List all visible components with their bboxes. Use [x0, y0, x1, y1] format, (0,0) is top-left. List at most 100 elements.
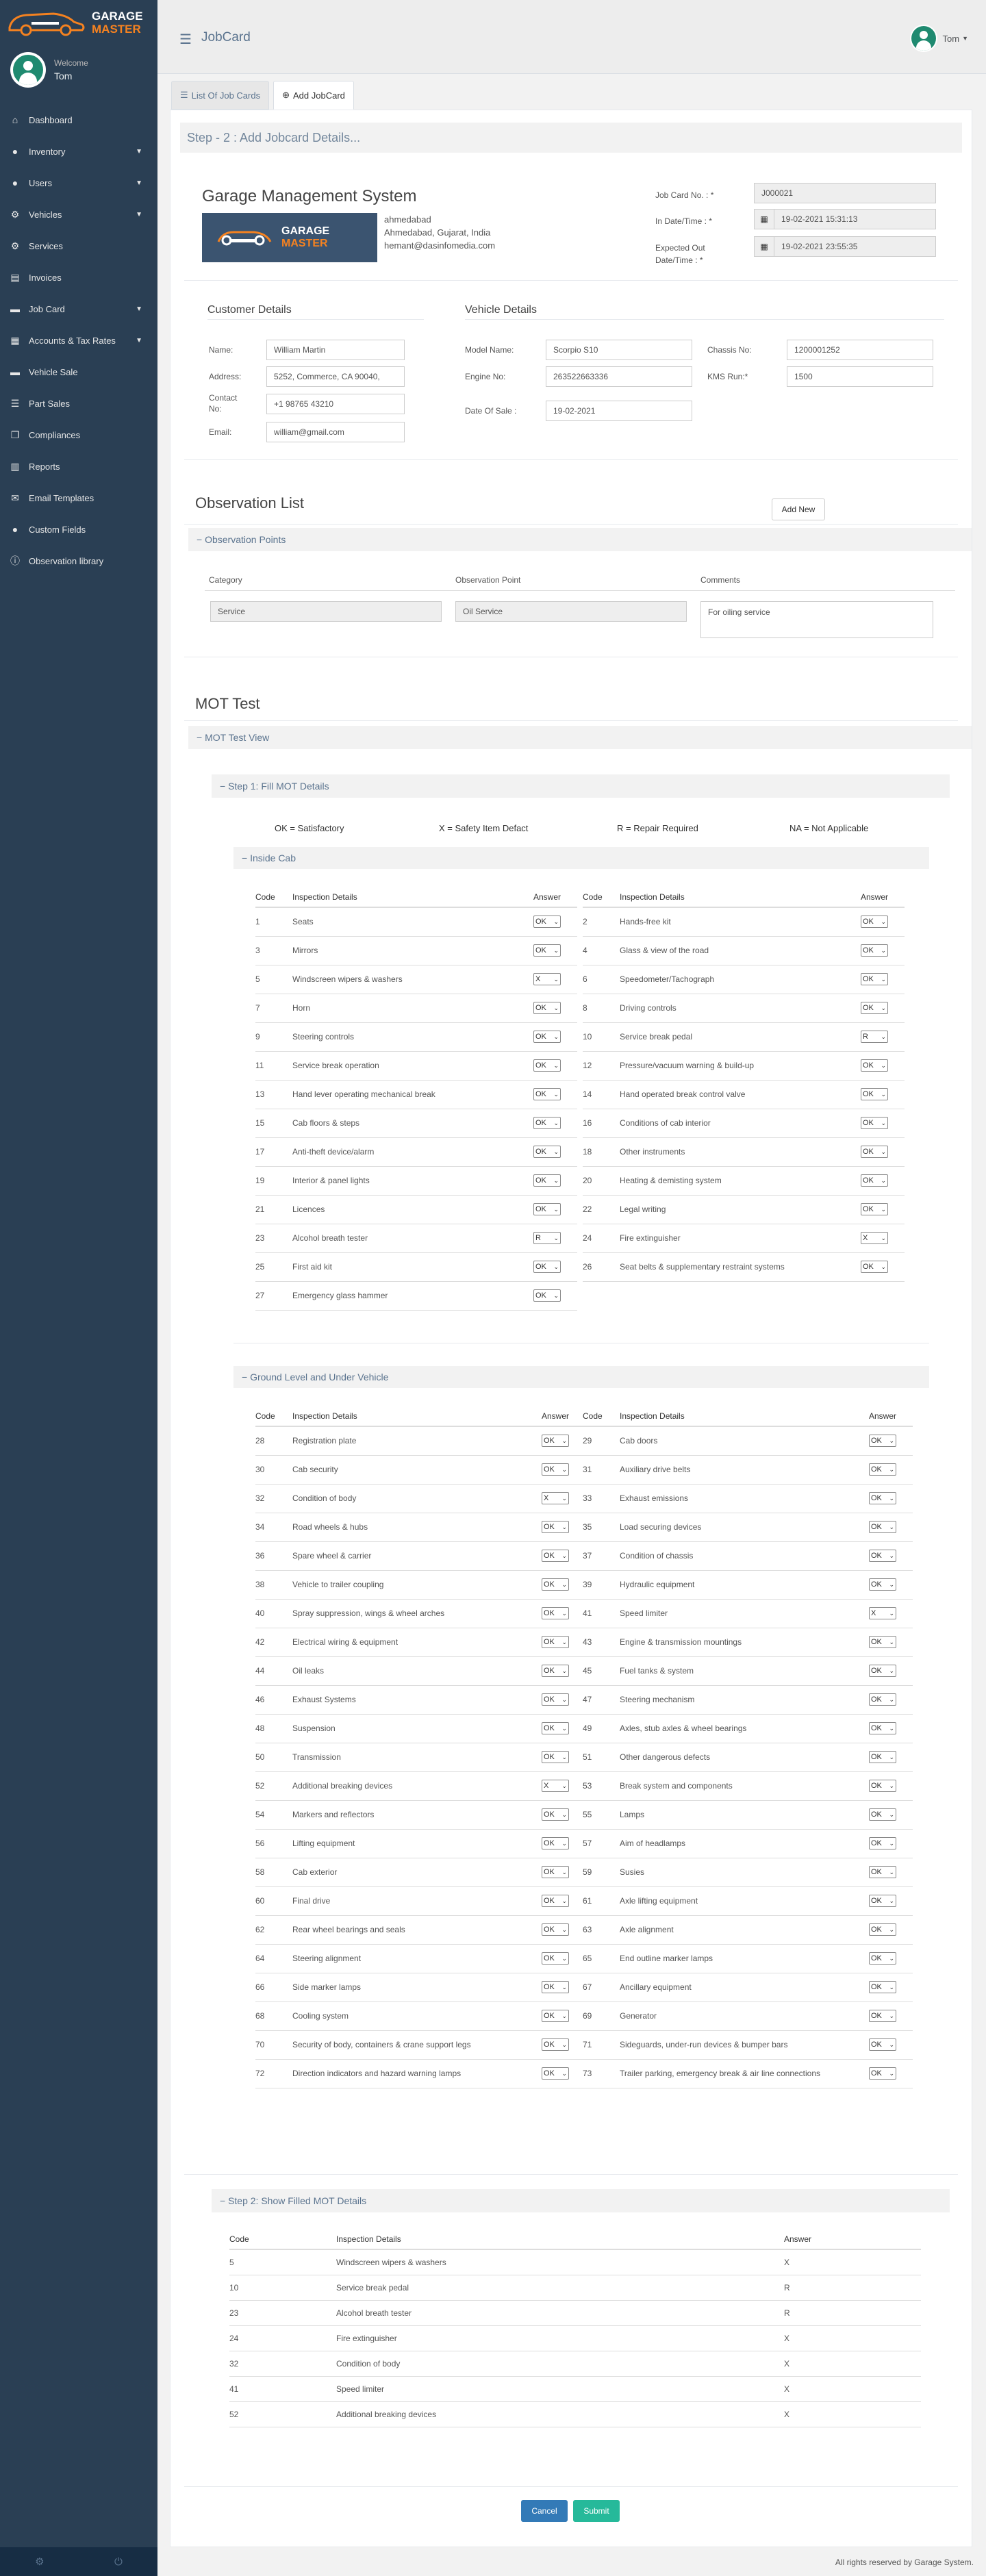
out-date-input[interactable]: 19-02-2021 23:55:35	[774, 236, 936, 257]
answer-select[interactable]: OK ⌄	[542, 1751, 569, 1763]
observation-points-header[interactable]: − Observation Points	[188, 528, 972, 551]
answer-select[interactable]: OK ⌄	[869, 1751, 896, 1763]
mot-test-view-header[interactable]: − MOT Test View	[188, 726, 972, 749]
answer-select[interactable]: OK ⌄	[542, 1521, 569, 1533]
answer-select[interactable]: OK ⌄	[861, 944, 888, 957]
in-date-input[interactable]: 19-02-2021 15:31:13	[774, 209, 936, 229]
answer-select[interactable]: OK ⌄	[533, 1088, 561, 1100]
answer-select[interactable]: OK ⌄	[869, 1578, 896, 1591]
answer-select[interactable]: OK ⌄	[533, 1031, 561, 1043]
answer-select[interactable]: OK ⌄	[533, 1203, 561, 1215]
answer-select[interactable]: OK ⌄	[869, 1521, 896, 1533]
answer-select[interactable]: X ⌄	[533, 973, 561, 985]
brand-logo[interactable]: GARAGE MASTER	[0, 0, 157, 45]
answer-select[interactable]: OK ⌄	[869, 2067, 896, 2080]
answer-select[interactable]: OK ⌄	[861, 1261, 888, 1273]
answer-select[interactable]: OK ⌄	[542, 1578, 569, 1591]
answer-select[interactable]: OK ⌄	[869, 1923, 896, 1936]
answer-select[interactable]: OK ⌄	[869, 1693, 896, 1706]
answer-select[interactable]: OK ⌄	[542, 1722, 569, 1734]
answer-select[interactable]: OK ⌄	[533, 916, 561, 929]
customer-address-input[interactable]: 5252, Commerce, CA 90040,	[266, 366, 405, 387]
sidebar-item-observation-library[interactable]: ⓘ Observation library	[0, 545, 157, 577]
answer-select[interactable]: X ⌄	[542, 1780, 569, 1792]
sidebar-item-accounts-tax-rates[interactable]: ▦ Accounts & Tax Rates ▼	[0, 325, 157, 356]
answer-select[interactable]: OK ⌄	[542, 1607, 569, 1619]
inside-cab-header[interactable]: − Inside Cab	[233, 847, 929, 869]
answer-select[interactable]: OK ⌄	[869, 1952, 896, 1965]
answer-select[interactable]: OK ⌄	[861, 1117, 888, 1129]
answer-select[interactable]: X ⌄	[542, 1492, 569, 1504]
category-input[interactable]: Service	[210, 601, 442, 622]
user-menu[interactable]: Tom ▼	[909, 25, 968, 52]
answer-select[interactable]: OK ⌄	[869, 2038, 896, 2051]
answer-select[interactable]: OK ⌄	[542, 1866, 569, 1878]
answer-select[interactable]: OK ⌄	[869, 1808, 896, 1821]
answer-select[interactable]: OK ⌄	[869, 1981, 896, 1993]
customer-contact-input[interactable]: +1 98765 43210	[266, 394, 405, 414]
answer-select[interactable]: OK ⌄	[542, 1435, 569, 1448]
answer-select[interactable]: OK ⌄	[542, 2010, 569, 2022]
answer-select[interactable]: OK ⌄	[861, 1174, 888, 1187]
sidebar-item-email-templates[interactable]: ✉ Email Templates	[0, 482, 157, 514]
answer-select[interactable]: OK ⌄	[869, 1550, 896, 1562]
answer-select[interactable]: OK ⌄	[533, 944, 561, 957]
comments-textarea[interactable]: For oiling service	[700, 601, 933, 638]
job-no-input[interactable]: J000021	[754, 183, 936, 203]
answer-select[interactable]: OK ⌄	[861, 1146, 888, 1158]
customer-name-input[interactable]: William Martin	[266, 340, 405, 360]
answer-select[interactable]: OK ⌄	[542, 1895, 569, 1907]
logout-icon[interactable]: ⏻	[114, 2556, 123, 2568]
answer-select[interactable]: OK ⌄	[533, 1289, 561, 1302]
answer-select[interactable]: OK ⌄	[542, 1636, 569, 1648]
submit-button[interactable]: Submit	[573, 2500, 620, 2522]
answer-select[interactable]: OK ⌄	[869, 1722, 896, 1734]
answer-select[interactable]: OK ⌄	[542, 2067, 569, 2080]
sidebar-item-invoices[interactable]: ▤ Invoices	[0, 262, 157, 293]
tab-list-job-cards[interactable]: ☰ List Of Job Cards	[171, 81, 270, 110]
answer-select[interactable]: OK ⌄	[861, 1059, 888, 1072]
sidebar-item-compliances[interactable]: ❐ Compliances	[0, 419, 157, 451]
answer-select[interactable]: OK ⌄	[869, 1895, 896, 1907]
answer-select[interactable]: OK ⌄	[533, 1002, 561, 1014]
answer-select[interactable]: OK ⌄	[869, 1435, 896, 1448]
kms-input[interactable]: 1500	[787, 366, 933, 387]
answer-select[interactable]: OK ⌄	[861, 1088, 888, 1100]
answer-select[interactable]: OK ⌄	[869, 1636, 896, 1648]
answer-select[interactable]: OK ⌄	[869, 1780, 896, 1792]
customer-email-input[interactable]: william@gmail.com	[266, 422, 405, 442]
answer-select[interactable]: OK ⌄	[861, 1002, 888, 1014]
answer-select[interactable]: OK ⌄	[542, 1550, 569, 1562]
answer-select[interactable]: OK ⌄	[869, 1463, 896, 1476]
tab-add-jobcard[interactable]: ⊕ Add JobCard	[273, 81, 354, 110]
answer-select[interactable]: OK ⌄	[542, 1923, 569, 1936]
answer-select[interactable]: OK ⌄	[542, 1693, 569, 1706]
answer-select[interactable]: OK ⌄	[869, 1837, 896, 1849]
answer-select[interactable]: OK ⌄	[861, 1203, 888, 1215]
answer-select[interactable]: OK ⌄	[542, 1463, 569, 1476]
step2-header[interactable]: − Step 2: Show Filled MOT Details	[212, 2189, 950, 2212]
answer-select[interactable]: OK ⌄	[542, 1665, 569, 1677]
answer-select[interactable]: OK ⌄	[869, 2010, 896, 2022]
model-input[interactable]: Scorpio S10	[546, 340, 692, 360]
engine-input[interactable]: 263522663336	[546, 366, 692, 387]
sidebar-item-inventory[interactable]: ● Inventory ▼	[0, 136, 157, 167]
answer-select[interactable]: OK ⌄	[533, 1059, 561, 1072]
answer-select[interactable]: OK ⌄	[869, 1866, 896, 1878]
add-new-button[interactable]: Add New	[772, 498, 825, 520]
answer-select[interactable]: X ⌄	[861, 1232, 888, 1244]
answer-select[interactable]: R ⌄	[533, 1232, 561, 1244]
answer-select[interactable]: X ⌄	[869, 1607, 896, 1619]
answer-select[interactable]: OK ⌄	[533, 1261, 561, 1273]
ground-level-header[interactable]: − Ground Level and Under Vehicle	[233, 1366, 929, 1388]
settings-icon[interactable]: ⚙	[35, 2555, 44, 2568]
chassis-input[interactable]: 1200001252	[787, 340, 933, 360]
answer-select[interactable]: OK ⌄	[542, 2038, 569, 2051]
step1-header[interactable]: − Step 1: Fill MOT Details	[212, 774, 950, 798]
answer-select[interactable]: OK ⌄	[869, 1492, 896, 1504]
answer-select[interactable]: OK ⌄	[542, 1837, 569, 1849]
answer-select[interactable]: OK ⌄	[542, 1952, 569, 1965]
cancel-button[interactable]: Cancel	[521, 2500, 568, 2522]
sidebar-item-job-card[interactable]: ▬ Job Card ▼	[0, 293, 157, 325]
answer-select[interactable]: OK ⌄	[542, 1981, 569, 1993]
